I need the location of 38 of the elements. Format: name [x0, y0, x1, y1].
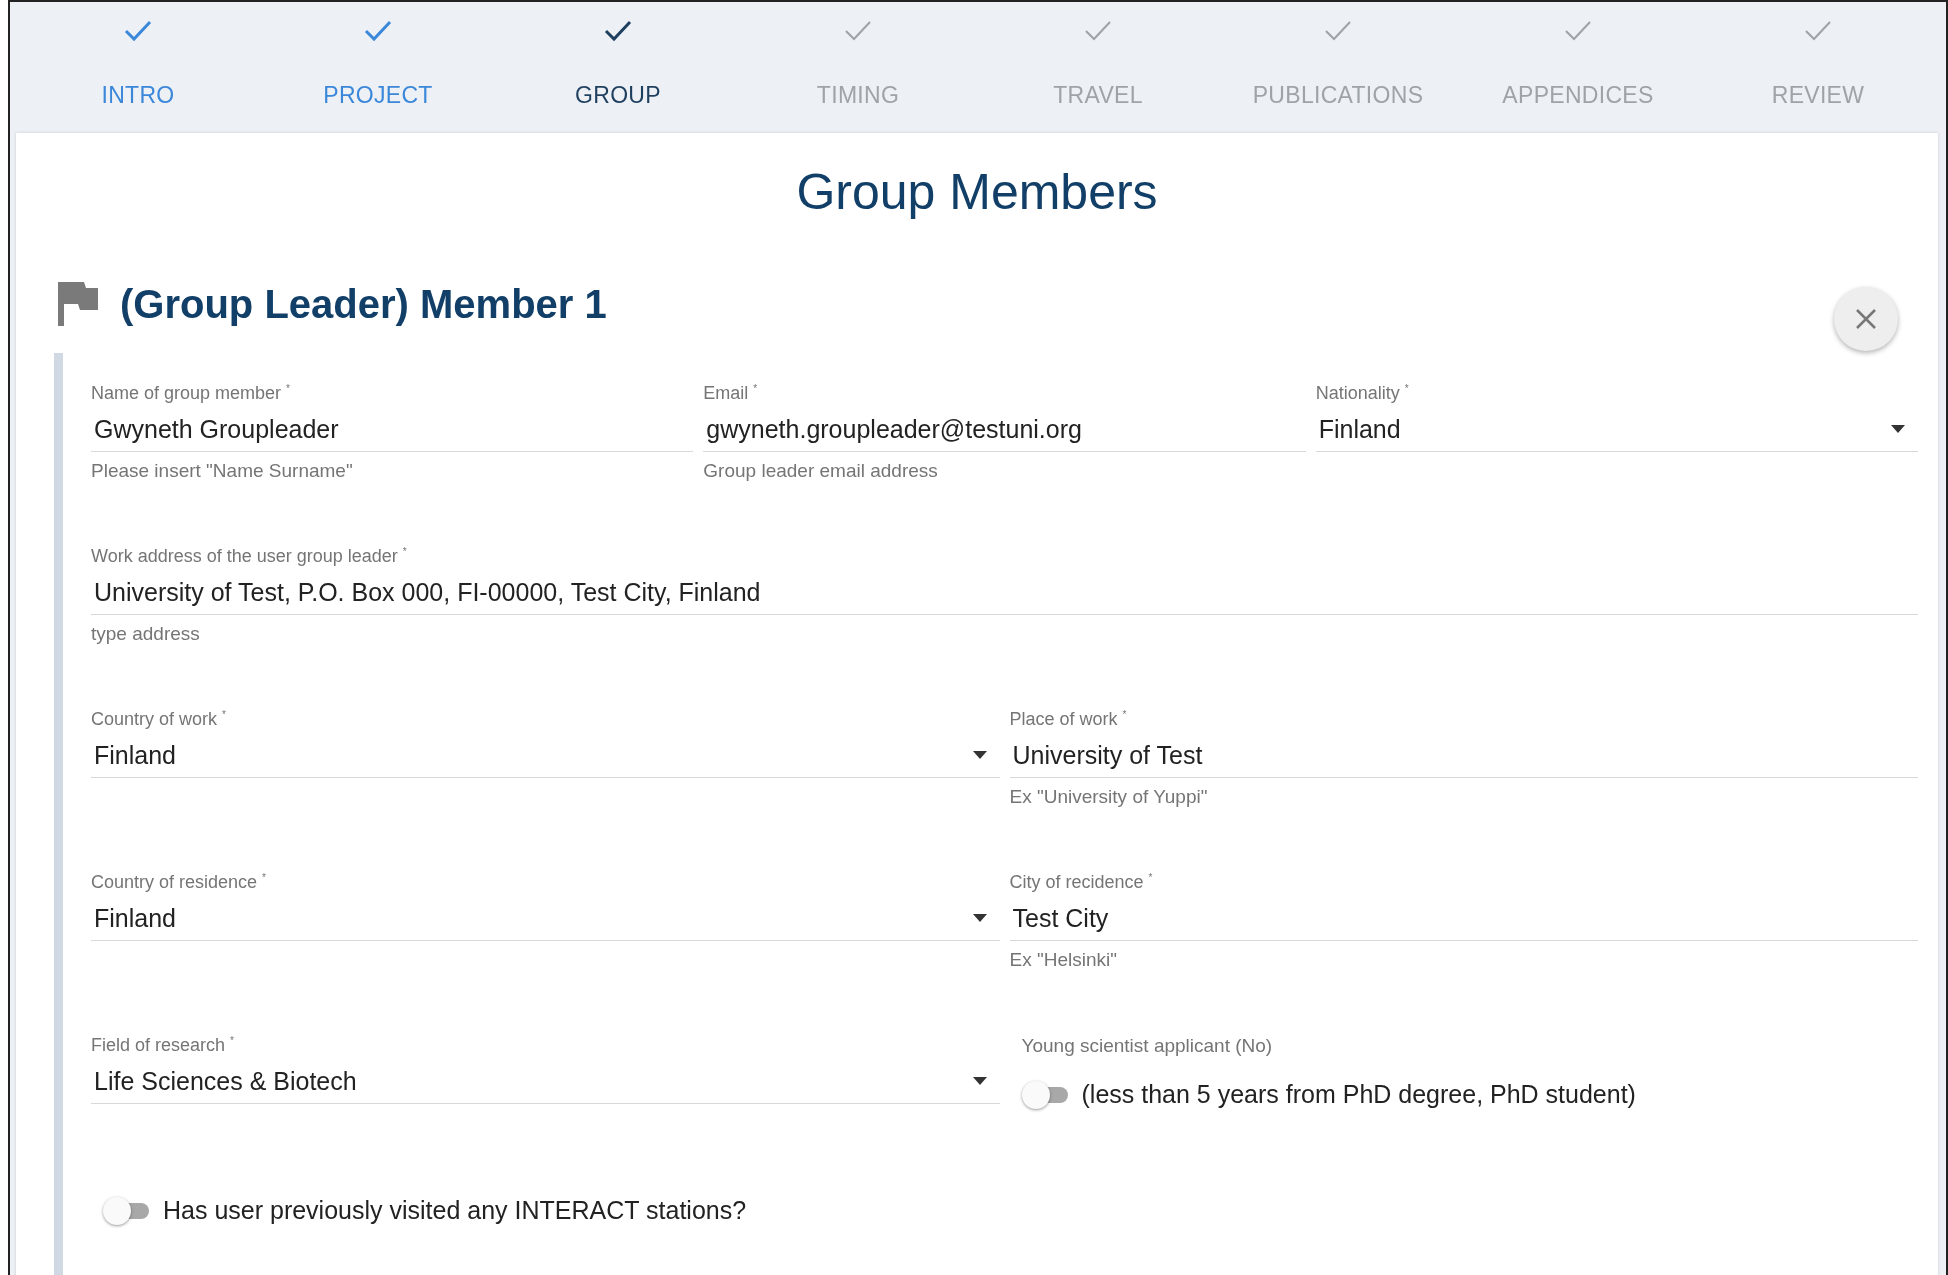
input-field[interactable]: Test City — [1009, 896, 1918, 941]
select-field[interactable]: Finland — [91, 733, 1000, 778]
field-label: Country of residence $^{*}$ — [91, 872, 267, 894]
input-field[interactable]: gwyneth.groupleader@testuni.org — [703, 407, 1306, 452]
toggle-label: Has user previously visited any INTERACT stations? — [163, 1195, 747, 1225]
toggle-label: (less than 5 years from PhD degree, PhD student) — [1081, 1079, 1636, 1109]
field-label: Email $^{*}$ — [703, 383, 759, 405]
field-label: Young scientist applicant (No) — [1021, 1035, 1274, 1057]
input-field[interactable]: Gwyneth Groupleader — [91, 407, 694, 452]
helper-text: Group leader email address — [703, 460, 939, 482]
helper-text: Ex "University of Yuppi" — [1009, 786, 1209, 808]
helper-text: type address — [91, 623, 201, 645]
field-label: City of recidence $^{*}$ — [1009, 872, 1154, 894]
page-title: Group Members — [795, 163, 1159, 221]
close-icon — [1854, 307, 1878, 331]
select-field[interactable]: Finland — [1315, 407, 1918, 452]
close-button[interactable] — [1834, 287, 1898, 351]
helper-text: Ex "Helsinki" — [1009, 949, 1118, 971]
member-title: (Group Leader) Member 1 — [120, 281, 608, 327]
input-field[interactable]: University of Test, P.O. Box 000, FI-00000, Test City, Finland — [91, 570, 1918, 615]
flag-icon — [56, 280, 100, 328]
field-label: Field of research $^{*}$ — [91, 1035, 235, 1057]
step-tab[interactable]: GROUP — [498, 2, 738, 133]
field-label: Nationality $^{*}$ — [1315, 383, 1410, 405]
field-label: Place of work $^{*}$ — [1009, 709, 1128, 731]
field-label: Name of group member $^{*}$ — [91, 383, 291, 405]
input-field[interactable]: University of Test — [1009, 733, 1918, 778]
select-field[interactable]: Finland — [91, 896, 1000, 941]
field-label: Country of work $^{*}$ — [91, 709, 227, 731]
field-label: Work address of the user group leader $^{*}$ — [91, 546, 408, 568]
dropdown-arrow-icon — [971, 913, 988, 923]
toggle-switch[interactable] — [103, 1195, 149, 1225]
dropdown-arrow-icon — [971, 750, 988, 760]
helper-text: Please insert "Name Surname" — [91, 460, 354, 482]
toggle-switch[interactable] — [1021, 1079, 1068, 1109]
dropdown-arrow-icon — [1890, 424, 1906, 434]
dropdown-arrow-icon — [971, 1076, 988, 1086]
select-field[interactable]: Life Sciences & Biotech — [91, 1059, 1000, 1104]
